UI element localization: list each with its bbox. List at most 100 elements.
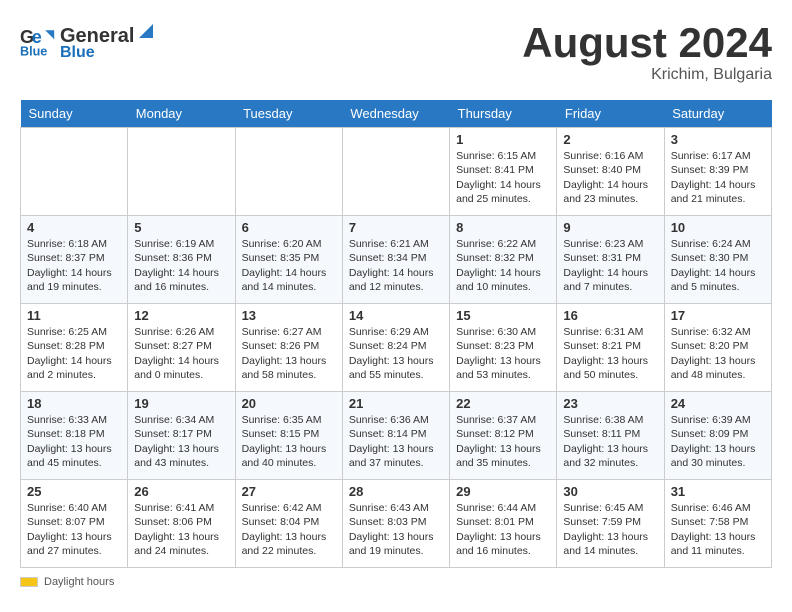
calendar-cell (128, 128, 235, 216)
day-number: 22 (456, 396, 550, 411)
calendar-cell: 11 Sunrise: 6:25 AM Sunset: 8:28 PM Dayli… (21, 304, 128, 392)
day-number: 1 (456, 132, 550, 147)
day-number: 5 (134, 220, 228, 235)
day-number: 6 (242, 220, 336, 235)
day-info: Sunrise: 6:44 AM Sunset: 8:01 PM Dayligh… (456, 501, 550, 558)
day-number: 30 (563, 484, 657, 499)
week-row-1: 1 Sunrise: 6:15 AM Sunset: 8:41 PM Daylig… (21, 128, 772, 216)
calendar-cell: 3 Sunrise: 6:17 AM Sunset: 8:39 PM Daylig… (664, 128, 771, 216)
day-info: Sunrise: 6:19 AM Sunset: 8:36 PM Dayligh… (134, 237, 228, 294)
calendar-cell: 10 Sunrise: 6:24 AM Sunset: 8:30 PM Dayli… (664, 216, 771, 304)
day-number: 12 (134, 308, 228, 323)
calendar-cell: 9Sunrise: 6:23 AM Sunset: 8:31 PM Daylig… (557, 216, 664, 304)
day-info: Sunrise: 6:42 AM Sunset: 8:04 PM Dayligh… (242, 501, 336, 558)
day-number: 24 (671, 396, 765, 411)
svg-text:Blue: Blue (20, 44, 47, 58)
day-number: 13 (242, 308, 336, 323)
week-row-4: 18Sunrise: 6:33 AM Sunset: 8:18 PM Dayli… (21, 392, 772, 480)
day-info: Sunrise: 6:45 AM Sunset: 7:59 PM Dayligh… (563, 501, 657, 558)
logo-icon: G e Blue (20, 23, 56, 59)
calendar-cell: 29 Sunrise: 6:44 AM Sunset: 8:01 PM Dayli… (450, 480, 557, 568)
day-info: Sunrise: 6:29 AM Sunset: 8:24 PM Dayligh… (349, 325, 443, 382)
calendar-cell: 7Sunrise: 6:21 AM Sunset: 8:34 PM Daylig… (342, 216, 449, 304)
calendar-cell: 8 Sunrise: 6:22 AM Sunset: 8:32 PM Daylig… (450, 216, 557, 304)
day-info: Sunrise: 6:24 AM Sunset: 8:30 PM Dayligh… (671, 237, 765, 294)
day-info: Sunrise: 6:46 AM Sunset: 7:58 PM Dayligh… (671, 501, 765, 558)
day-info: Sunrise: 6:15 AM Sunset: 8:41 PM Dayligh… (456, 149, 550, 206)
days-header-row: SundayMondayTuesdayWednesdayThursdayFrid… (21, 100, 772, 128)
calendar-cell (342, 128, 449, 216)
day-number: 11 (27, 308, 121, 323)
day-info: Sunrise: 6:39 AM Sunset: 8:09 PM Dayligh… (671, 413, 765, 470)
day-info: Sunrise: 6:31 AM Sunset: 8:21 PM Dayligh… (563, 325, 657, 382)
day-number: 21 (349, 396, 443, 411)
day-number: 28 (349, 484, 443, 499)
day-header-wednesday: Wednesday (342, 100, 449, 128)
calendar-cell: 1 Sunrise: 6:15 AM Sunset: 8:41 PM Daylig… (450, 128, 557, 216)
calendar-cell (235, 128, 342, 216)
day-info: Sunrise: 6:38 AM Sunset: 8:11 PM Dayligh… (563, 413, 657, 470)
calendar-cell: 17 Sunrise: 6:32 AM Sunset: 8:20 PM Dayli… (664, 304, 771, 392)
calendar-cell: 2Sunrise: 6:16 AM Sunset: 8:40 PM Daylig… (557, 128, 664, 216)
week-row-2: 4 Sunrise: 6:18 AM Sunset: 8:37 PM Daylig… (21, 216, 772, 304)
day-info: Sunrise: 6:22 AM Sunset: 8:32 PM Dayligh… (456, 237, 550, 294)
day-info: Sunrise: 6:18 AM Sunset: 8:37 PM Dayligh… (27, 237, 121, 294)
day-info: Sunrise: 6:17 AM Sunset: 8:39 PM Dayligh… (671, 149, 765, 206)
day-info: Sunrise: 6:20 AM Sunset: 8:35 PM Dayligh… (242, 237, 336, 294)
page-header: G e Blue General Blue August 2024 Krichi… (20, 20, 772, 84)
logo: G e Blue General Blue (20, 20, 158, 62)
calendar-cell: 22 Sunrise: 6:37 AM Sunset: 8:12 PM Dayli… (450, 392, 557, 480)
calendar-cell: 15Sunrise: 6:30 AM Sunset: 8:23 PM Dayli… (450, 304, 557, 392)
calendar-cell (21, 128, 128, 216)
day-number: 26 (134, 484, 228, 499)
day-number: 3 (671, 132, 765, 147)
calendar-table: SundayMondayTuesdayWednesdayThursdayFrid… (20, 100, 772, 568)
calendar-cell: 23 Sunrise: 6:38 AM Sunset: 8:11 PM Dayli… (557, 392, 664, 480)
calendar-cell: 13Sunrise: 6:27 AM Sunset: 8:26 PM Dayli… (235, 304, 342, 392)
calendar-cell: 12 Sunrise: 6:26 AM Sunset: 8:27 PM Dayli… (128, 304, 235, 392)
day-header-tuesday: Tuesday (235, 100, 342, 128)
day-number: 8 (456, 220, 550, 235)
day-info: Sunrise: 6:36 AM Sunset: 8:14 PM Dayligh… (349, 413, 443, 470)
logo-triangle-icon (135, 20, 157, 42)
day-number: 16 (563, 308, 657, 323)
calendar-cell: 28 Sunrise: 6:43 AM Sunset: 8:03 PM Dayli… (342, 480, 449, 568)
day-info: Sunrise: 6:43 AM Sunset: 8:03 PM Dayligh… (349, 501, 443, 558)
day-info: Sunrise: 6:26 AM Sunset: 8:27 PM Dayligh… (134, 325, 228, 382)
calendar-cell: 27 Sunrise: 6:42 AM Sunset: 8:04 PM Dayli… (235, 480, 342, 568)
day-number: 15 (456, 308, 550, 323)
day-info: Sunrise: 6:32 AM Sunset: 8:20 PM Dayligh… (671, 325, 765, 382)
day-number: 27 (242, 484, 336, 499)
day-number: 23 (563, 396, 657, 411)
calendar-cell: 16 Sunrise: 6:31 AM Sunset: 8:21 PM Dayli… (557, 304, 664, 392)
location-subtitle: Krichim, Bulgaria (522, 66, 772, 84)
daylight-bar-icon (20, 577, 38, 587)
title-area: August 2024 Krichim, Bulgaria (522, 20, 772, 84)
day-info: Sunrise: 6:37 AM Sunset: 8:12 PM Dayligh… (456, 413, 550, 470)
day-info: Sunrise: 6:34 AM Sunset: 8:17 PM Dayligh… (134, 413, 228, 470)
week-row-5: 25Sunrise: 6:40 AM Sunset: 8:07 PM Dayli… (21, 480, 772, 568)
calendar-cell: 19 Sunrise: 6:34 AM Sunset: 8:17 PM Dayli… (128, 392, 235, 480)
calendar-cell: 20 Sunrise: 6:35 AM Sunset: 8:15 PM Dayli… (235, 392, 342, 480)
calendar-cell: 18Sunrise: 6:33 AM Sunset: 8:18 PM Dayli… (21, 392, 128, 480)
day-info: Sunrise: 6:40 AM Sunset: 8:07 PM Dayligh… (27, 501, 121, 558)
calendar-cell: 26Sunrise: 6:41 AM Sunset: 8:06 PM Dayli… (128, 480, 235, 568)
day-number: 9 (563, 220, 657, 235)
day-number: 31 (671, 484, 765, 499)
day-number: 17 (671, 308, 765, 323)
day-number: 14 (349, 308, 443, 323)
day-number: 20 (242, 396, 336, 411)
day-number: 29 (456, 484, 550, 499)
calendar-cell: 5 Sunrise: 6:19 AM Sunset: 8:36 PM Daylig… (128, 216, 235, 304)
day-info: Sunrise: 6:21 AM Sunset: 8:34 PM Dayligh… (349, 237, 443, 294)
day-number: 10 (671, 220, 765, 235)
day-header-friday: Friday (557, 100, 664, 128)
day-number: 19 (134, 396, 228, 411)
calendar-cell: 14 Sunrise: 6:29 AM Sunset: 8:24 PM Dayli… (342, 304, 449, 392)
calendar-cell: 6 Sunrise: 6:20 AM Sunset: 8:35 PM Daylig… (235, 216, 342, 304)
calendar-cell: 30 Sunrise: 6:45 AM Sunset: 7:59 PM Dayli… (557, 480, 664, 568)
day-info: Sunrise: 6:35 AM Sunset: 8:15 PM Dayligh… (242, 413, 336, 470)
day-info: Sunrise: 6:25 AM Sunset: 8:28 PM Dayligh… (27, 325, 121, 382)
week-row-3: 11 Sunrise: 6:25 AM Sunset: 8:28 PM Dayli… (21, 304, 772, 392)
day-number: 4 (27, 220, 121, 235)
